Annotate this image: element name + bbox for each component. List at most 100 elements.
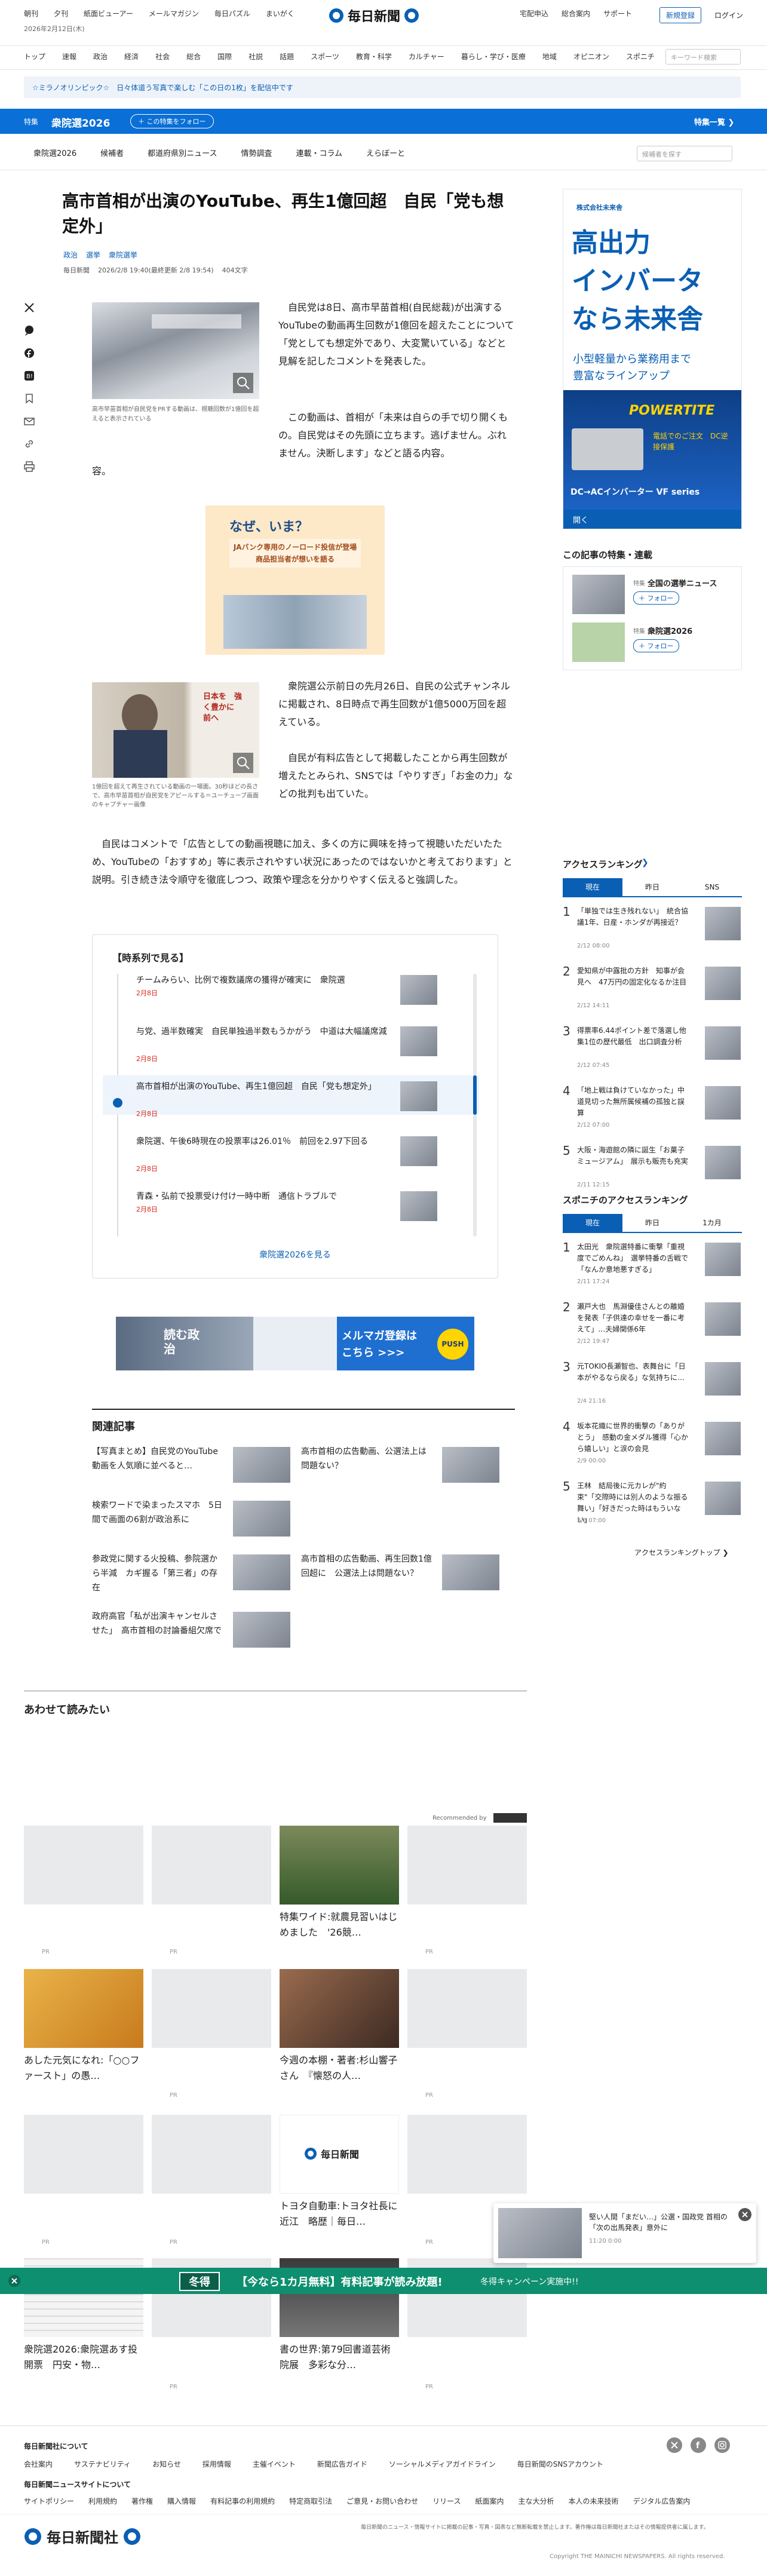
footer-link[interactable]: サイトポリシー [24,2496,74,2506]
facebook-icon[interactable]: f [691,2437,706,2453]
zoom-icon[interactable] [233,373,253,393]
footer-link[interactable]: デジタル広告案内 [633,2496,691,2506]
timeline-item[interactable]: 衆院選、午後6時現在の投票率は26.01％ 前回を2.97下回る 2月8日 [136,1135,447,1174]
nav-item[interactable]: カルチャー [409,51,444,62]
facebook-icon[interactable] [24,348,35,370]
link-icon[interactable] [24,438,35,461]
nav-item[interactable]: 教育・科学 [356,51,392,62]
mail-icon[interactable] [24,416,35,438]
feature-list-link[interactable]: 特集一覧 ❯ [694,116,734,127]
close-icon[interactable] [8,2275,20,2287]
tab-prefectures[interactable]: 都道府県別ニュース [148,147,217,158]
nav-item[interactable]: 暮らし・学び・医療 [461,51,526,62]
top-link[interactable]: 朝刊 [24,8,38,19]
timeline-more-link[interactable]: 衆院選2026を見る [92,1249,498,1261]
comment-icon[interactable] [24,325,35,348]
footer-link[interactable]: ご意見・お問い合わせ [346,2496,418,2506]
inline-ad[interactable]: なぜ、いま？ JAバンク専用のノーロード投信が登場 商品担当者が想いを語る [205,505,385,655]
footer-link[interactable]: 主催イベント [253,2459,296,2469]
newsletter-banner[interactable]: 読む政治 メルマガ登録は こちら >>> PUSH [116,1317,474,1370]
related-item[interactable]: 参政党に関する火投稿、参院選から半減 カギ握る「第三者」の存在 [92,1552,295,1594]
register-button[interactable]: 新規登録 [659,7,702,23]
nav-item[interactable]: トップ [24,51,45,62]
login-button[interactable]: ログイン [714,10,743,20]
footer-link[interactable]: 主な大分析 [519,2496,554,2506]
rec-title[interactable]: 書の世界:第79回書道芸術院展 多彩な分… [280,2342,399,2373]
tab-column[interactable]: 連載・コラム [296,147,342,158]
related-item[interactable]: 高市首相の広告動画、公選法上は問題ない？ [301,1445,504,1486]
print-icon[interactable] [24,461,35,484]
nav-item[interactable]: 社会 [155,51,170,62]
tag-link[interactable]: 政治 [63,250,78,260]
feature-follow-button[interactable]: ＋ この特集をフォロー [130,114,214,128]
footer-link[interactable]: 新聞広告ガイド [317,2459,367,2469]
related-item[interactable]: 【写真まとめ】自民党のYouTube 動画を人気順に並べると… [92,1445,295,1486]
ranking-item[interactable]: 1 「単独では生き残れない」 統合協議1年、日産・ホンダが再接近？ 2/12 08:… [563,904,742,958]
footer-link[interactable]: 特定商取引法 [289,2496,332,2506]
search-input[interactable]: キーワード検索 [665,49,741,65]
top-link[interactable]: 毎日パズル [214,8,250,19]
nav-item[interactable]: オピニオン [573,51,609,62]
candidate-search-input[interactable]: 候補者を探す [637,146,732,161]
tab-senkyo[interactable]: 衆院選2026 [33,147,76,158]
footer-link[interactable]: 著作権 [131,2496,153,2506]
ranking-top-link[interactable]: アクセスランキングトップ ❯ [634,1547,729,1557]
ranking-item[interactable]: 5 大阪・海遊館の隣に誕生「お菓子ミュージアム」 展示も販売も充実 2/11 12:… [563,1143,742,1197]
timeline-item[interactable]: 与党、過半数確実 自民単独過半数もうかがう 中道は大幅議席減 2月8日 [136,1025,447,1065]
footer-link[interactable]: 本人の未来技術 [569,2496,619,2506]
footer-link[interactable]: 紙面案内 [475,2496,504,2506]
tab-yesterday[interactable]: 昨日 [622,878,682,896]
timeline-item[interactable]: チームみらい、比例で複数議席の獲得が確実に 衆院選 2月8日 [136,974,447,1013]
tag-link[interactable]: 選挙 [86,250,100,260]
tab-yesterday[interactable]: 昨日 [622,1214,682,1232]
top-link[interactable]: 宅配申込 [520,8,548,19]
nav-item[interactable]: 話題 [280,51,294,62]
rec-image[interactable] [280,1826,399,1905]
ranking-item[interactable]: 3 得票率6.44ポイント差で落選し他集1位の歴代最低 出口調査分析 2/12 07… [563,1024,742,1078]
footer-link[interactable]: 購入情報 [167,2496,196,2506]
ranking-item[interactable]: 2 瀬戸大也 馬淵優佳さんとの離婚を発表「子供達の幸せを一番に考えて」…夫婦関係6… [563,1300,742,1354]
hatena-icon[interactable]: B! [24,370,35,393]
rec-image[interactable]: 毎日新聞 [280,2115,399,2194]
footer-link[interactable]: お知らせ [152,2459,181,2469]
top-link[interactable]: 総合案内 [562,8,590,19]
nav-item[interactable]: 地域 [542,51,557,62]
tab-erabo[interactable]: えらぼーと [366,147,405,158]
nav-item[interactable]: 社説 [248,51,263,62]
ranking-item[interactable]: 2 愛知県が中露批の方針 知事が会見へ 47万円の固定化なるか注目 2/12 14:… [563,964,742,1018]
side-feature-title[interactable]: 衆院選2026 [648,625,692,636]
x-icon[interactable] [667,2437,682,2453]
footer-logo[interactable]: 毎日新聞社 [24,2526,141,2547]
top-link[interactable]: メールマガジン [149,8,199,19]
ranking-item[interactable]: 5 王林 結局後に元カレが"約束"「交際時には別人のような振る舞い」「好きだった時… [563,1479,742,1533]
footer-link[interactable]: 利用規約 [88,2496,117,2506]
tab-sns[interactable]: SNS [682,878,742,896]
ranking-item[interactable]: 4 坂本花織に世界的衝撃の「ありがとう」 感動の金メダル獲得「心から嬉しい」と涙の… [563,1419,742,1473]
top-link[interactable]: 夕刊 [54,8,68,19]
top-link[interactable]: サポート [603,8,632,19]
footer-link[interactable]: 有料記事の利用規約 [210,2496,275,2506]
campaign-bar[interactable]: 冬得 【今なら1カ月無料】有料記事が読み放題! 冬得キャンペーン実施中!! [0,2268,767,2294]
tag-link[interactable]: 衆院選挙 [109,250,137,260]
side-feature-follow[interactable]: ＋ フォロー [633,591,679,605]
tab-now[interactable]: 現在 [563,878,622,896]
tab-candidates[interactable]: 候補者 [100,147,124,158]
close-icon[interactable] [738,2208,751,2221]
tab-survey[interactable]: 情勢調査 [241,147,272,158]
rec-title[interactable]: 今週の本棚・著者:杉山響子さん 『懐怒の人… [280,2053,399,2084]
nav-item[interactable]: スポーツ [311,51,339,62]
bookmark-icon[interactable] [24,393,35,416]
related-item[interactable]: 政府高官「私が出演キャンセルさせた」 高市首相の討論番組欠席で [92,1609,295,1651]
rec-title[interactable]: トヨタ自動車:トヨタ社長に近江 略歴｜毎日… [280,2198,399,2230]
nav-item[interactable]: 政治 [93,51,108,62]
nav-item[interactable]: 速報 [62,51,76,62]
footer-link[interactable]: ソーシャルメディアガイドライン [389,2459,496,2469]
feature-title[interactable]: 衆院選2026 [51,115,110,130]
rec-title[interactable]: あした元気になれ:「○○ファースト」の愚… [24,2053,143,2084]
top-link[interactable]: まいがく [266,8,294,19]
tab-now[interactable]: 現在 [563,1214,622,1232]
footer-link[interactable]: 会社案内 [24,2459,53,2469]
side-feature-follow[interactable]: ＋ フォロー [633,639,679,652]
side-feature-title[interactable]: 全国の選挙ニュース [648,577,717,588]
ranking-item[interactable]: 1 太田光 衆院選特番に衝撃「重視度でごめんね」 選挙特番の舌戦で「なんか意地悪す… [563,1240,742,1294]
